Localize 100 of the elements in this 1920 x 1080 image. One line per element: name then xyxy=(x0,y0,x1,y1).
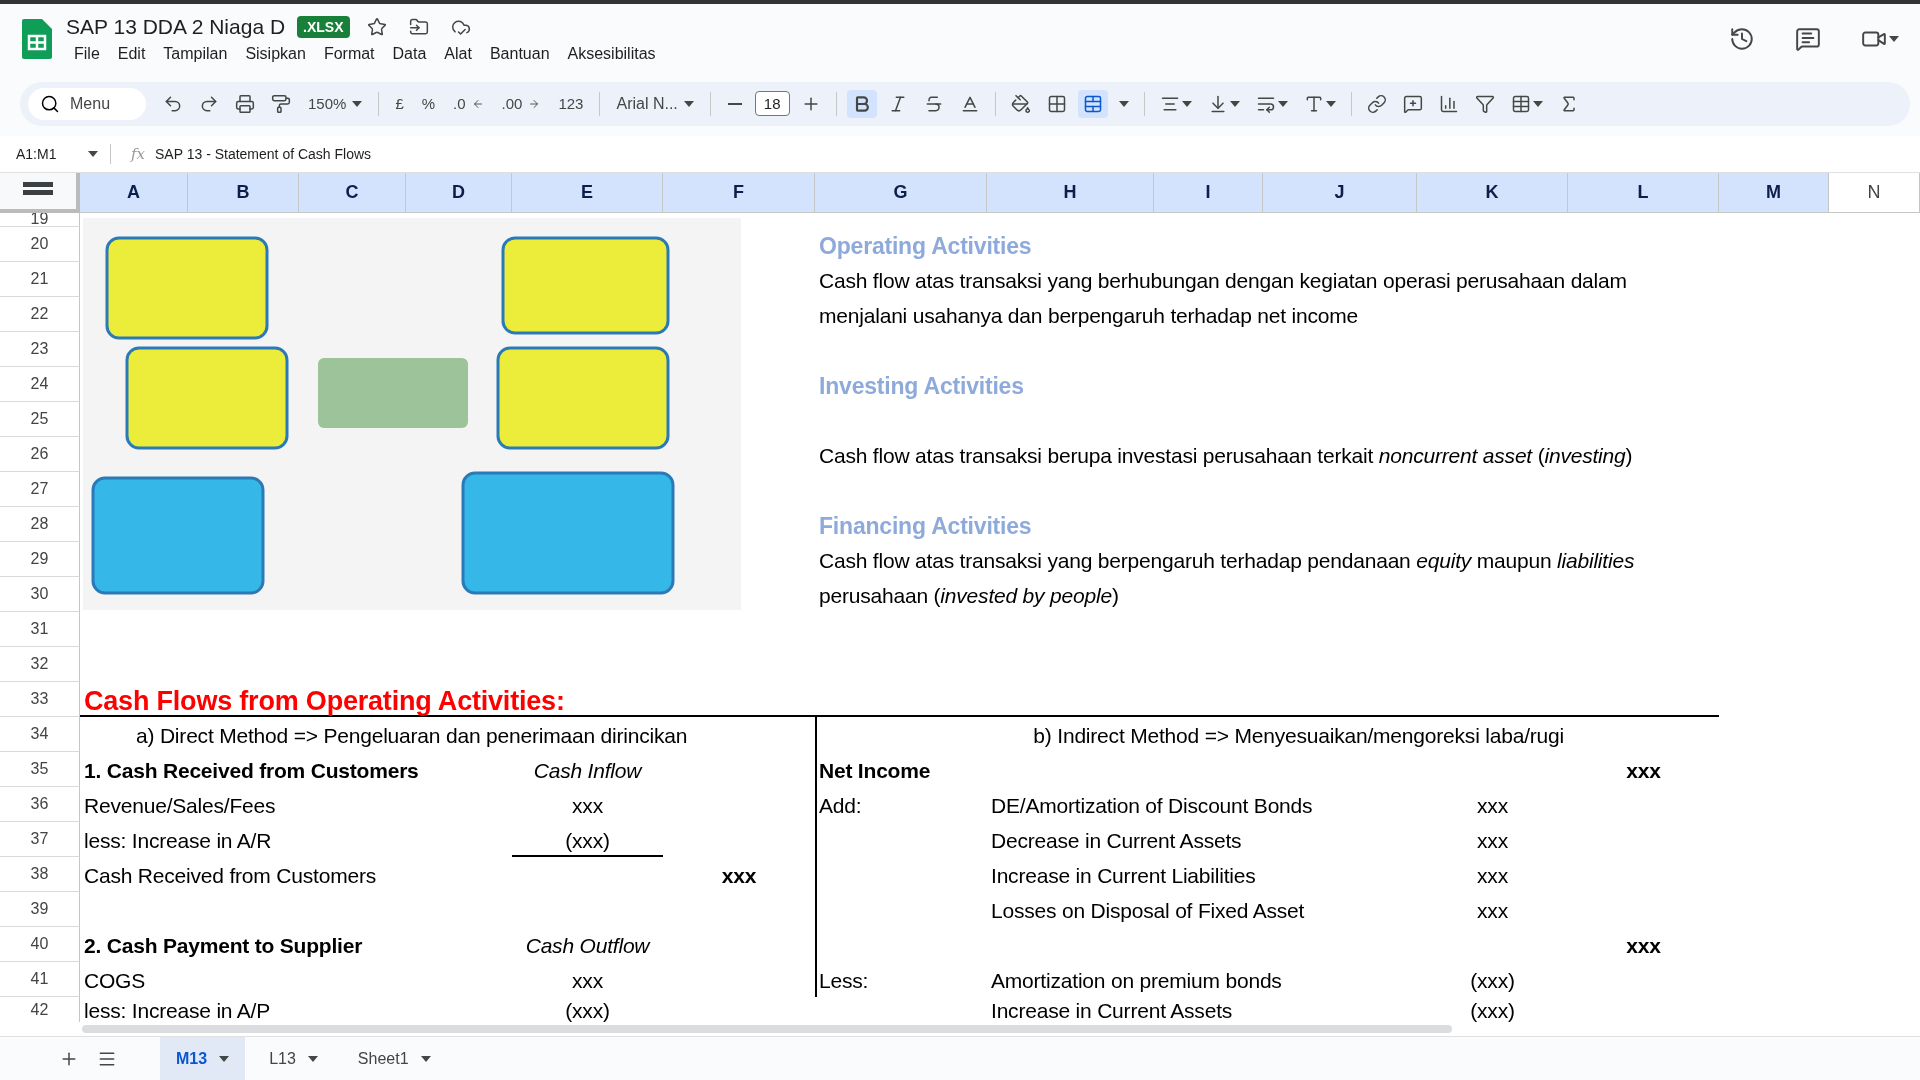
decrease-decimals-button[interactable]: .0 xyxy=(447,91,490,117)
row-header[interactable]: 24 xyxy=(0,366,80,402)
sheet-tab[interactable]: Sheet1 xyxy=(341,1037,447,1080)
font-dropdown[interactable]: Arial N... xyxy=(610,90,700,117)
cell-text: b) Indirect Method => Menyesuaikan/mengoreksi laba/rugi xyxy=(1032,722,1565,749)
row-header[interactable]: 39 xyxy=(0,891,80,927)
column-header[interactable]: B xyxy=(188,172,299,213)
cell-text: Decrease in Current Assets xyxy=(990,827,1243,854)
row-header[interactable]: 27 xyxy=(0,471,80,507)
cell-text: Cash flow atas transaksi berupa investasi perusahaan terkait noncurrent asset (investing) xyxy=(818,442,1634,469)
column-header[interactable]: E xyxy=(512,172,663,213)
row-header[interactable]: 38 xyxy=(0,856,80,892)
column-header[interactable]: F xyxy=(663,172,815,213)
print-icon xyxy=(235,93,255,114)
menu-item[interactable]: File xyxy=(66,42,108,65)
increase-decimals-button[interactable]: .00 xyxy=(495,91,547,117)
column-header[interactable]: A xyxy=(80,172,188,213)
menu-item[interactable]: Edit xyxy=(109,42,154,65)
cell-text: xxx xyxy=(1476,827,1509,854)
cell-text: Revenue/Sales/Fees xyxy=(83,792,277,819)
cell-text: (xxx) xyxy=(1469,967,1516,994)
column-header[interactable]: L xyxy=(1568,172,1719,213)
row-header[interactable]: 22 xyxy=(0,296,80,332)
cell-text: (xxx) xyxy=(1469,997,1516,1023)
column-header[interactable]: M xyxy=(1719,172,1829,213)
row-header[interactable]: 21 xyxy=(0,261,80,297)
cell-text: 1. Cash Received from Customers xyxy=(83,757,420,784)
column-header[interactable]: K xyxy=(1417,172,1568,213)
column-header[interactable]: H xyxy=(987,172,1154,213)
row-header[interactable]: 40 xyxy=(0,926,80,962)
cell-text: Increase in Current Assets xyxy=(990,997,1234,1023)
minus-icon xyxy=(727,102,742,105)
cell-text: Financing Activities xyxy=(818,511,1033,541)
caret-icon xyxy=(1118,100,1129,107)
cell-text: Cash Flows from Operating Activities: xyxy=(83,684,566,717)
cell-text: a) Direct Method => Pengeluaran dan penerimaan dirincikan xyxy=(135,722,689,749)
formula-input[interactable]: SAP 13 - Statement of Cash Flows xyxy=(155,145,372,162)
cell-text: Increase in Current Liabilities xyxy=(990,862,1257,889)
sheet-tab[interactable]: M13 xyxy=(160,1037,246,1080)
name-box[interactable]: A1:M1 xyxy=(0,145,110,162)
column-header[interactable]: D xyxy=(406,172,512,213)
row-header[interactable]: 29 xyxy=(0,541,80,577)
number-format-button[interactable]: 123 xyxy=(552,91,590,117)
bold-button[interactable] xyxy=(846,89,877,118)
column-header[interactable]: J xyxy=(1263,172,1417,213)
column-header[interactable]: I xyxy=(1154,172,1263,213)
table-icon xyxy=(1510,93,1531,114)
paint-bucket-icon xyxy=(1010,93,1031,114)
cell-text: xxx xyxy=(720,862,758,889)
menu-item[interactable]: Alat xyxy=(436,42,480,65)
sheet-tab[interactable]: L13 xyxy=(253,1037,334,1080)
row-header[interactable]: 34 xyxy=(0,716,80,752)
currency-format-button[interactable]: £ xyxy=(389,91,410,117)
column-header[interactable]: G xyxy=(815,172,987,213)
cell-text: Amortization on premium bonds xyxy=(990,967,1283,994)
menu-search-field[interactable]: Menu xyxy=(28,87,146,120)
cell-text: menjalani usahanya dan berpengaruh terhadap net income xyxy=(818,302,1360,329)
star-icon xyxy=(366,16,387,37)
column-header[interactable]: N xyxy=(1829,172,1920,213)
row-header[interactable]: 25 xyxy=(0,401,80,437)
cell-text: xxx xyxy=(571,967,604,994)
cell-text: Cash flow atas transaksi yang berpengaruh terhadap pendanaan equity maupun liabilities xyxy=(818,547,1636,574)
column-header[interactable]: C xyxy=(299,172,406,213)
font-size-field[interactable]: 18 xyxy=(754,91,790,117)
document-title[interactable]: SAP 13 DDA 2 Niaga D xyxy=(66,14,286,39)
menu-item[interactable]: Format xyxy=(315,42,383,65)
menu-item[interactable]: Data xyxy=(384,42,435,65)
borders-icon xyxy=(1046,93,1067,114)
cell-text: (xxx) xyxy=(512,821,663,857)
caret-icon xyxy=(1532,100,1543,107)
sheets-logo-icon[interactable] xyxy=(22,18,52,59)
row-header[interactable]: 31 xyxy=(0,611,80,647)
row-header[interactable]: 32 xyxy=(0,646,80,682)
cell-text: 2. Cash Payment to Supplier xyxy=(83,932,364,959)
row-header[interactable]: 20 xyxy=(0,226,80,262)
merge-cells-button[interactable] xyxy=(1077,89,1108,118)
menu-item[interactable]: Aksesibilitas xyxy=(559,42,664,65)
row-header[interactable]: 33 xyxy=(0,681,80,717)
zoom-dropdown[interactable]: 150% xyxy=(302,91,369,117)
filter-icon xyxy=(1474,93,1495,114)
row-header[interactable]: 30 xyxy=(0,576,80,612)
row-header[interactable]: 35 xyxy=(0,751,80,787)
link-icon xyxy=(1366,93,1387,114)
menu-item[interactable]: Tampilan xyxy=(155,42,236,65)
caret-icon xyxy=(683,100,694,107)
arrow-right-icon xyxy=(528,97,541,110)
menu-item[interactable]: Bantuan xyxy=(481,42,558,65)
menu-item[interactable]: Sisipkan xyxy=(237,42,314,65)
row-header[interactable]: 28 xyxy=(0,506,80,542)
row-header[interactable]: 41 xyxy=(0,961,80,997)
horizontal-scrollbar[interactable] xyxy=(82,1025,1452,1033)
row-header[interactable]: 26 xyxy=(0,436,80,472)
percent-format-button[interactable]: % xyxy=(415,91,442,117)
row-header[interactable]: 23 xyxy=(0,331,80,367)
row-header[interactable]: 36 xyxy=(0,786,80,822)
cell-text: less: Increase in A/R xyxy=(83,827,273,854)
cell-text: xxx xyxy=(1625,757,1662,784)
cell-text: perusahaan (invested by people) xyxy=(818,582,1120,609)
caret-icon xyxy=(420,1055,431,1062)
row-header[interactable]: 37 xyxy=(0,821,80,857)
